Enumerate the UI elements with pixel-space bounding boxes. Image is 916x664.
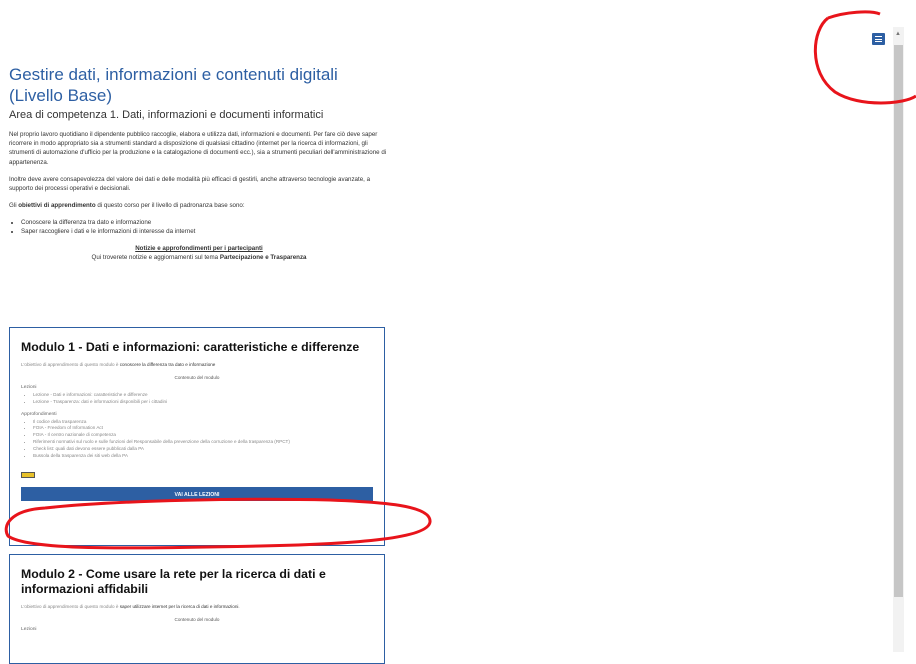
annotation-overlay [4,10,916,550]
annotation-circle-button [4,497,432,550]
annotation-circle-top-right [813,10,916,105]
